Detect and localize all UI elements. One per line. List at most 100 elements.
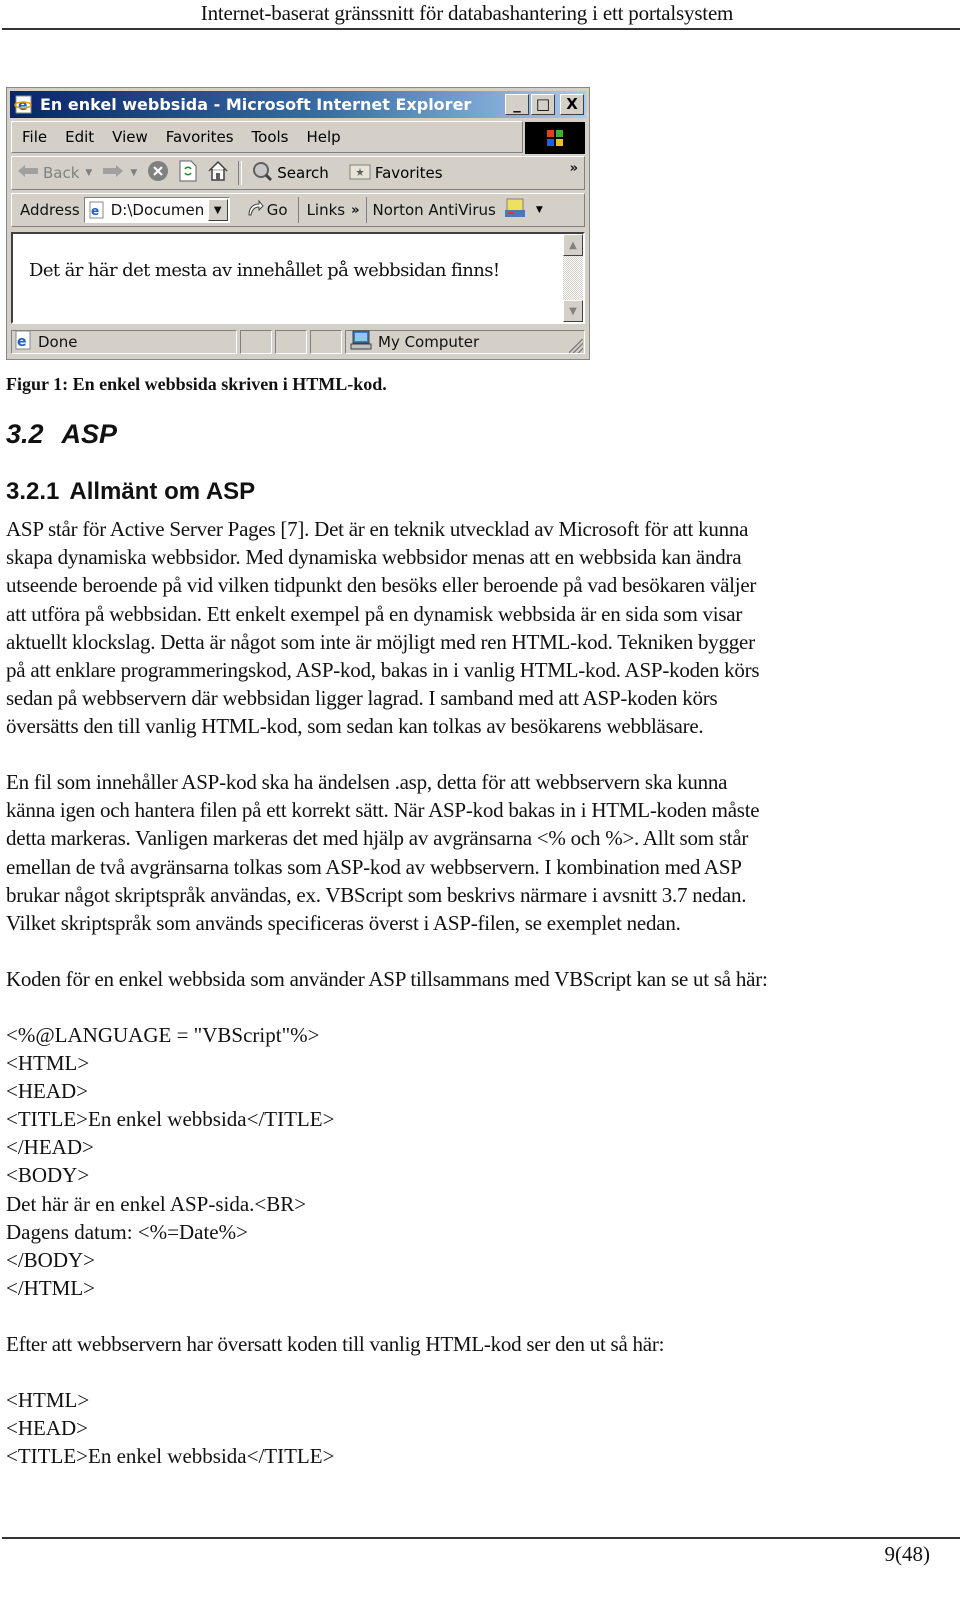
paragraph-asp-intro: ASP står för Active Server Pages [7]. De… bbox=[6, 515, 936, 741]
status-text: Done bbox=[38, 333, 78, 351]
text-line: utseende beroende på vid vilken tidpunkt… bbox=[6, 573, 757, 598]
code-line: </BODY> bbox=[6, 1247, 96, 1272]
home-button[interactable] bbox=[202, 160, 234, 186]
close-icon: X bbox=[566, 95, 578, 113]
scroll-down-button[interactable]: ▼ bbox=[563, 300, 583, 322]
menu-file[interactable]: File bbox=[12, 128, 56, 146]
code-line: </HEAD> bbox=[6, 1135, 94, 1160]
subsection-title: Allmänt om ASP bbox=[69, 478, 256, 505]
menu-view[interactable]: View bbox=[103, 128, 157, 146]
code-line: <TITLE>En enkel webbsida</TITLE> bbox=[6, 1107, 335, 1132]
arrow-down-icon: ▼ bbox=[569, 305, 577, 317]
security-zone-panel: My Computer bbox=[345, 330, 585, 354]
search-button[interactable]: Search bbox=[246, 160, 334, 186]
windows-logo-icon bbox=[525, 122, 585, 154]
favorites-label: Favorites bbox=[374, 164, 443, 182]
menu-bar: File Edit View Favorites Tools Help bbox=[11, 121, 523, 153]
chevron-down-icon[interactable]: ▼ bbox=[85, 168, 92, 178]
ie-page-icon: e bbox=[88, 201, 106, 223]
browser-title-bar: e En enkel webbsida - Microsoft Internet… bbox=[10, 91, 586, 118]
code-line: Dagens datum: <%=Date%> bbox=[6, 1219, 248, 1244]
browser-window-title: En enkel webbsida - Microsoft Internet E… bbox=[40, 95, 472, 114]
search-icon bbox=[251, 160, 273, 186]
security-zone-label: My Computer bbox=[378, 333, 480, 351]
stop-icon bbox=[147, 160, 169, 186]
resize-grip[interactable] bbox=[569, 339, 583, 353]
refresh-button[interactable] bbox=[174, 160, 202, 186]
menu-edit[interactable]: Edit bbox=[56, 128, 103, 146]
toolbar-separator bbox=[238, 161, 243, 185]
svg-text:e: e bbox=[91, 204, 99, 218]
asp-code-example: <%@LANGUAGE = "VBScript"%> <HTML> <HEAD>… bbox=[6, 1021, 334, 1302]
address-toolbar: Address e D:\Documen ▼ Go Links » Norton… bbox=[11, 193, 585, 227]
code-line: <HTML> bbox=[6, 1051, 90, 1076]
go-arrow-icon bbox=[246, 199, 264, 221]
address-input[interactable]: e D:\Documen ▼ bbox=[83, 197, 230, 223]
norton-antivirus-button[interactable]: Norton AntiVirus ▼ bbox=[367, 198, 549, 222]
favorites-button[interactable]: Favorites bbox=[344, 162, 448, 184]
back-button[interactable]: Back ▼ bbox=[12, 164, 97, 182]
code-line: <TITLE>En enkel webbsida</TITLE> bbox=[6, 1444, 335, 1469]
vertical-scrollbar[interactable]: ▲ ▼ bbox=[563, 234, 583, 322]
menu-help[interactable]: Help bbox=[298, 128, 350, 146]
status-text-panel: e Done bbox=[11, 330, 237, 354]
code-line: <%@LANGUAGE = "VBScript"%> bbox=[6, 1023, 320, 1047]
status-bar: e Done My Computer bbox=[11, 329, 585, 355]
close-button[interactable]: X bbox=[560, 94, 584, 115]
forward-button[interactable]: ▼ bbox=[97, 164, 142, 182]
window-controls: _ □ X bbox=[505, 94, 584, 115]
links-label: Links bbox=[306, 201, 346, 219]
address-label: Address bbox=[20, 201, 80, 219]
browser-window-screenshot: e En enkel webbsida - Microsoft Internet… bbox=[6, 87, 590, 360]
links-button[interactable]: Links » bbox=[299, 197, 367, 223]
text-line: Koden för en enkel webbsida som använder… bbox=[6, 967, 768, 991]
minimize-button[interactable]: _ bbox=[505, 94, 529, 115]
chevron-down-icon[interactable]: ▼ bbox=[536, 205, 543, 215]
menu-favorites[interactable]: Favorites bbox=[157, 128, 243, 146]
page-content-text: Det är här det mesta av innehållet på we… bbox=[29, 260, 500, 281]
text-line: En fil som innehåller ASP-kod ska ha änd… bbox=[6, 770, 728, 794]
footer-rule bbox=[2, 1537, 960, 1539]
status-panel bbox=[275, 330, 307, 354]
back-arrow-icon bbox=[17, 164, 39, 182]
links-more-chevron[interactable]: » bbox=[351, 203, 359, 218]
go-button[interactable]: Go bbox=[230, 197, 299, 223]
text-line: skapa dynamiska webbsidor. Med dynamiska… bbox=[6, 545, 742, 570]
header-rule bbox=[2, 28, 960, 30]
maximize-icon: □ bbox=[535, 95, 551, 113]
text-line: ASP står för Active Server Pages [7]. De… bbox=[6, 517, 749, 541]
text-line: att utföra på webbsidan. Ett enkelt exem… bbox=[6, 601, 743, 626]
html-code-example: <HTML> <HEAD> <TITLE>En enkel webbsida</… bbox=[6, 1386, 334, 1470]
page-number: 9(48) bbox=[884, 1542, 931, 1566]
favorites-icon bbox=[349, 162, 371, 184]
status-panel bbox=[310, 330, 342, 354]
svg-text:e: e bbox=[18, 98, 28, 114]
paragraph-code-intro: Koden för en enkel webbsida som använder… bbox=[6, 965, 936, 993]
home-icon bbox=[207, 160, 229, 186]
norton-icon bbox=[504, 198, 526, 222]
my-computer-icon bbox=[350, 330, 372, 354]
code-line: </HTML> bbox=[6, 1275, 96, 1300]
norton-label: Norton AntiVirus bbox=[372, 201, 496, 219]
go-label: Go bbox=[266, 201, 288, 219]
maximize-button[interactable]: □ bbox=[531, 94, 555, 115]
text-line: sedan på webbservern där webbsidan ligge… bbox=[6, 686, 718, 711]
forward-arrow-icon bbox=[102, 164, 124, 182]
code-line: <BODY> bbox=[6, 1163, 90, 1188]
text-line: Vilket skriptspråk som används specifice… bbox=[6, 911, 681, 936]
scroll-up-button[interactable]: ▲ bbox=[563, 234, 583, 256]
section-number: 3.2 bbox=[6, 419, 44, 449]
section-heading: 3.2 ASP bbox=[6, 419, 117, 450]
section-title: ASP bbox=[61, 419, 118, 449]
text-line: aktuellt klockslag. Detta är något som i… bbox=[6, 629, 755, 654]
chevron-down-icon[interactable]: ▼ bbox=[207, 199, 228, 221]
toolbar-more-chevron[interactable]: » bbox=[570, 161, 578, 176]
text-line: emellan de två avgränsarna tolkas som AS… bbox=[6, 854, 742, 879]
chevron-down-icon[interactable]: ▼ bbox=[130, 168, 137, 178]
menu-tools[interactable]: Tools bbox=[243, 128, 298, 146]
back-label: Back bbox=[43, 164, 80, 182]
stop-button[interactable] bbox=[142, 160, 174, 186]
text-line: detta markeras. Vanligen markeras det me… bbox=[6, 826, 749, 851]
text-line: brukar något skriptspråk användas, ex. V… bbox=[6, 882, 747, 907]
refresh-icon bbox=[179, 160, 197, 186]
